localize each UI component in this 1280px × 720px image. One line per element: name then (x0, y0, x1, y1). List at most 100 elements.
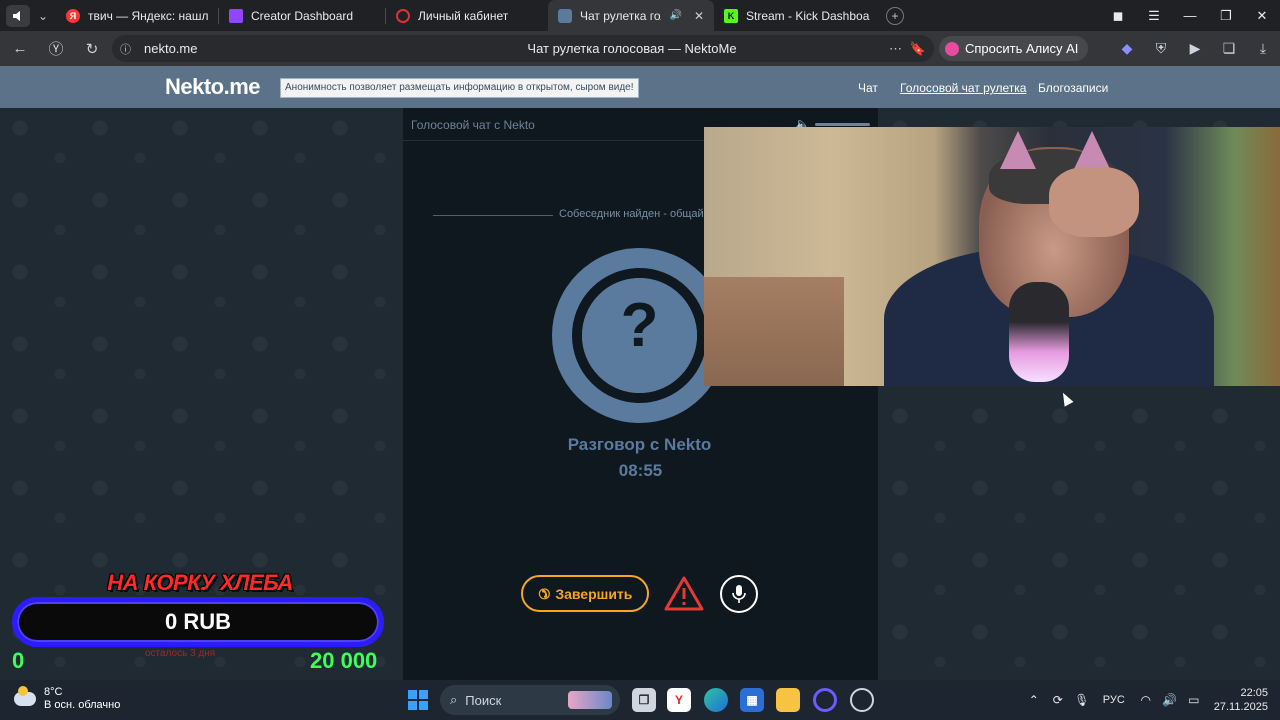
input-language-indicator[interactable]: РУС (1094, 694, 1134, 706)
media-play-icon[interactable]: ▶ (1178, 40, 1212, 57)
back-arrow-icon[interactable]: ← (2, 31, 38, 66)
weather-cloud-icon (14, 686, 36, 706)
cat-ear-right (1074, 131, 1110, 169)
microphone-button[interactable] (720, 575, 758, 613)
webcam-microphone (1009, 282, 1069, 382)
tab-audio-icon[interactable]: 🔊 (669, 10, 681, 21)
restore-icon[interactable]: ❐ (1208, 8, 1244, 24)
yandex-browser-taskbar-icon[interactable]: Y (667, 688, 691, 712)
nav-link-chat[interactable]: Чат (858, 81, 878, 95)
url-field[interactable]: ⓘ nekto.me Чат рулетка голосовая — Nekto… (112, 35, 934, 62)
taskbar-clock[interactable]: 22:05 27.11.2025 (1206, 686, 1280, 714)
weather-widget[interactable]: 8°C В осн. облачно (14, 686, 120, 712)
yandex-home-icon[interactable]: Ⓨ (38, 31, 74, 66)
site-info-icon[interactable]: ⓘ (120, 41, 134, 57)
tab-close-icon[interactable]: ✕ (694, 9, 704, 23)
close-window-icon[interactable]: ✕ (1244, 8, 1280, 24)
tab-yandex-search[interactable]: Я твич — Яндекс: нашлось 8 (56, 0, 218, 31)
taskbar-search-placeholder: Поиск (465, 692, 502, 708)
weather-temperature: 8°C (44, 686, 63, 698)
webcam-person-hand (1049, 167, 1139, 237)
tab-title: Creator Dashboard (251, 8, 354, 23)
hang-up-phone-icon: ✆ (534, 584, 554, 604)
circle-icon (396, 8, 410, 23)
ask-alice-button[interactable]: Спросить Алису AI (939, 36, 1089, 61)
clock-date: 27.11.2025 (1213, 701, 1268, 713)
tray-microphone-icon[interactable]: 🎙 (1070, 693, 1094, 707)
call-timer: 08:55 (618, 461, 663, 480)
volume-tray-icon[interactable]: 🔊 (1158, 693, 1182, 707)
menu-icon[interactable]: ☰ (1136, 8, 1172, 24)
donation-goal-bar: 0 RUB (12, 597, 384, 647)
wifi-icon[interactable]: ◠ (1134, 693, 1158, 707)
more-options-icon[interactable]: ⋯ (889, 41, 902, 57)
volume-slider[interactable] (815, 123, 870, 126)
report-button[interactable] (663, 575, 705, 612)
edge-browser-icon[interactable] (704, 688, 728, 712)
nekto-icon (558, 8, 572, 23)
ask-alice-label: Спросить Алису AI (965, 41, 1079, 56)
reload-icon[interactable]: ↻ (74, 31, 110, 66)
new-tab-plus-icon[interactable]: + (886, 6, 904, 25)
end-call-label: Завершить (555, 585, 633, 602)
tab-creator-dashboard[interactable]: Creator Dashboard (219, 0, 385, 31)
tab-title: Личный кабинет (418, 8, 509, 23)
tray-sync-icon[interactable]: ⟳ (1046, 693, 1070, 707)
search-highlight-icon (568, 691, 612, 709)
weather-description: В осн. облачно (44, 699, 121, 711)
downloads-icon[interactable]: ⤓ (1246, 40, 1280, 57)
browser-address-bar: ← Ⓨ ↻ ⓘ nekto.me Чат рулетка голосовая —… (0, 31, 1280, 66)
nav-link-blog[interactable]: Блогозаписи (1038, 81, 1108, 95)
tab-nekto-voice-chat[interactable]: Чат рулетка голосов 🔊 ✕ (548, 0, 714, 31)
url-text: nekto.me (144, 41, 198, 56)
task-view-icon[interactable]: ❐ (632, 688, 656, 712)
file-explorer-icon[interactable] (776, 688, 800, 712)
question-mark-icon: ? (620, 291, 659, 360)
site-header: Nekto.me Анонимность позволяет размещать… (0, 66, 1280, 108)
vpn-extension-icon[interactable]: ⛨ (1144, 40, 1178, 57)
search-icon: ⌕ (450, 692, 458, 707)
tab-list-chevron-icon[interactable]: ⌄ (30, 5, 56, 27)
tab-title: твич — Яндекс: нашлось 8 (88, 8, 208, 23)
streamer-webcam-overlay (704, 127, 1280, 386)
alice-assistant-icon[interactable] (813, 688, 837, 712)
partner-found-status: Собеседник найден - общайтесь (559, 208, 726, 220)
taskbar-search-box[interactable]: ⌕ Поиск (440, 685, 620, 715)
battery-icon[interactable]: ▭ (1182, 693, 1206, 707)
end-call-button[interactable]: ✆ Завершить (521, 575, 649, 612)
clock-time: 22:05 (1240, 687, 1268, 699)
minimize-icon[interactable]: — (1172, 8, 1208, 23)
status-divider (433, 215, 553, 216)
windows-taskbar: 8°C В осн. облачно ⌕ Поиск ❐ Y ▦ ⌃ ⟳ 🎙 Р… (0, 680, 1280, 720)
kick-icon: K (724, 8, 738, 23)
tab-title: Stream - Kick Dashboard (746, 8, 870, 23)
microphone-icon (732, 585, 746, 603)
donation-goal-min: 0 (12, 648, 25, 673)
yandex-icon: Я (66, 8, 80, 23)
voice-chat-title: Голосовой чат с Nekto (411, 118, 535, 132)
obs-studio-icon[interactable] (850, 688, 874, 712)
donation-goal-title: НА КОРКУ ХЛЕБА (107, 570, 293, 595)
tab-kick-dashboard[interactable]: K Stream - Kick Dashboard (714, 0, 880, 31)
profile-avatar-icon[interactable]: ◼ (1100, 8, 1136, 24)
gamepad-extension-icon[interactable]: ◆ (1110, 40, 1144, 57)
warning-triangle-icon (664, 576, 704, 611)
tray-chevron-up-icon[interactable]: ⌃ (1022, 693, 1046, 707)
microsoft-store-icon[interactable]: ▦ (740, 688, 764, 712)
collections-icon[interactable]: ❏ (1212, 40, 1246, 57)
donation-goal-remaining: осталось 3 дня (145, 648, 216, 659)
webcam-dresser (704, 277, 844, 386)
partner-avatar: ? (552, 248, 727, 423)
site-notice-banner: Анонимность позволяет размещать информац… (280, 78, 639, 98)
nav-link-voice-chat[interactable]: Голосовой чат рулетка (900, 81, 1026, 95)
tab-personal-cabinet[interactable]: Личный кабинет (386, 0, 548, 31)
twitch-icon (229, 8, 243, 23)
bookmark-icon[interactable]: 🔖 (910, 41, 926, 57)
sidebar-toggle-button[interactable] (6, 4, 30, 27)
site-logo[interactable]: Nekto.me (165, 74, 261, 100)
windows-start-icon[interactable] (408, 690, 428, 710)
window-controls: ◼ ☰ — ❐ ✕ (1100, 0, 1280, 31)
conversation-label: Разговор с Nekto (567, 435, 712, 454)
tab-title: Чат рулетка голосов (580, 8, 661, 23)
browser-tab-bar: ⌄ Я твич — Яндекс: нашлось 8 Creator Das… (0, 0, 1280, 31)
